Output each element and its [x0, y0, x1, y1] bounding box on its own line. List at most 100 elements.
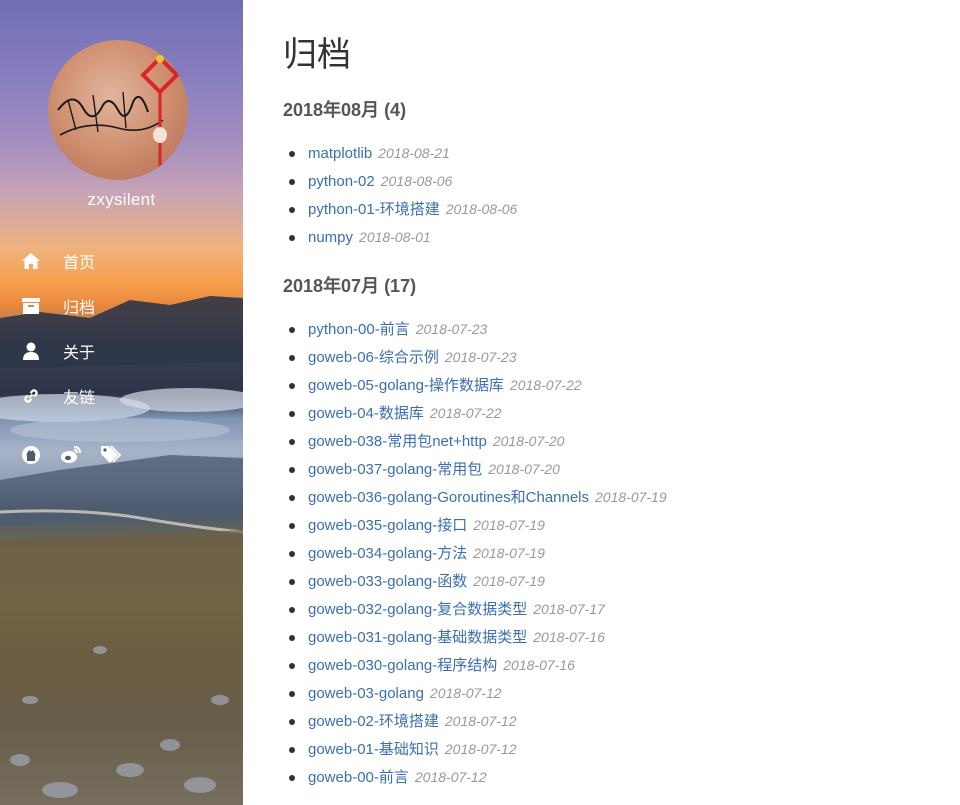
archive-icon — [21, 296, 41, 316]
list-item: python-02 2018-08-06 — [283, 167, 517, 195]
list-item: goweb-06-综合示例 2018-07-23 — [283, 343, 667, 371]
post-date: 2018-07-16 — [503, 657, 575, 673]
post-link[interactable]: goweb-06-综合示例 — [308, 349, 439, 366]
post-link[interactable]: matplotlib — [308, 145, 372, 162]
list-item: numpy 2018-08-01 — [283, 223, 517, 251]
bullet — [289, 411, 295, 417]
post-link[interactable]: goweb-031-golang-基础数据类型 — [308, 629, 527, 646]
github-icon[interactable] — [20, 444, 42, 466]
post-date: 2018-07-23 — [444, 349, 517, 365]
post-date: 2018-07-20 — [492, 433, 565, 449]
post-link[interactable]: goweb-035-golang-接口 — [308, 517, 467, 534]
bullet — [289, 775, 295, 781]
bullet — [289, 551, 295, 557]
post-link[interactable]: goweb-03-golang — [308, 685, 424, 702]
nav-item-links[interactable]: 友链 — [0, 373, 243, 418]
avatar-signature-image — [57, 55, 180, 170]
post-date: 2018-07-12 — [429, 685, 502, 701]
sidebar: zxysilent 首页 归档 关于 友链 — [0, 0, 243, 805]
post-link[interactable]: goweb-04-数据库 — [308, 405, 424, 422]
post-date: 2018-07-23 — [415, 321, 488, 337]
nav-item-about[interactable]: 关于 — [0, 328, 243, 373]
list-item: python-00-前言 2018-07-23 — [283, 315, 667, 343]
post-link[interactable]: goweb-05-golang-操作数据库 — [308, 377, 504, 394]
list-item: goweb-05-golang-操作数据库 2018-07-22 — [283, 371, 667, 399]
month-heading: 2018年07月 (17) — [283, 276, 417, 296]
post-link[interactable]: goweb-00-前言 — [308, 769, 409, 786]
post-link[interactable]: goweb-036-golang-Goroutines和Channels — [308, 489, 589, 506]
post-link[interactable]: python-00-前言 — [308, 321, 410, 338]
list-item: goweb-02-环境搭建 2018-07-12 — [283, 707, 667, 735]
post-link[interactable]: goweb-02-环境搭建 — [308, 713, 439, 730]
nav-label-archive: 归档 — [63, 299, 96, 317]
username: zxysilent — [87, 190, 156, 209]
bullet — [289, 383, 295, 389]
list-item: goweb-00-前言 2018-07-12 — [283, 763, 667, 791]
post-link[interactable]: goweb-037-golang-常用包 — [308, 461, 482, 478]
bullet — [289, 207, 295, 213]
post-link[interactable]: goweb-032-golang-复合数据类型 — [308, 601, 527, 618]
bullet — [289, 523, 295, 529]
list-item: goweb-035-golang-接口 2018-07-19 — [283, 511, 667, 539]
tags-icon[interactable] — [100, 444, 122, 466]
list-item: goweb-03-golang 2018-07-12 — [283, 679, 667, 707]
list-item: python-01-环境搭建 2018-08-06 — [283, 195, 517, 223]
post-date: 2018-07-19 — [473, 573, 545, 589]
post-date: 2018-08-06 — [445, 201, 518, 217]
list-item: goweb-04-数据库 2018-07-22 — [283, 399, 667, 427]
social-links — [0, 444, 243, 468]
user-icon — [21, 341, 41, 361]
post-link[interactable]: goweb-034-golang-方法 — [308, 545, 467, 562]
bullet — [289, 691, 295, 697]
bullet — [289, 467, 295, 473]
bullet — [289, 327, 295, 333]
post-link[interactable]: numpy — [308, 229, 353, 246]
bullet — [289, 355, 295, 361]
bullet — [289, 495, 295, 501]
post-date: 2018-08-06 — [380, 173, 453, 189]
list-item: goweb-031-golang-基础数据类型 2018-07-16 — [283, 623, 667, 651]
list-item: goweb-038-常用包net+http 2018-07-20 — [283, 427, 667, 455]
post-link[interactable]: goweb-030-golang-程序结构 — [308, 657, 497, 674]
bullet — [289, 663, 295, 669]
post-date: 2018-07-12 — [414, 769, 487, 785]
page-title: 归档 — [283, 36, 351, 74]
post-list: python-00-前言 2018-07-23 goweb-06-综合示例 2018… — [283, 315, 667, 791]
list-item: goweb-030-golang-程序结构 2018-07-16 — [283, 651, 667, 679]
post-date: 2018-07-16 — [533, 629, 605, 645]
bullet — [289, 439, 295, 445]
nav-item-archive[interactable]: 归档 — [0, 283, 243, 328]
post-date: 2018-07-22 — [429, 405, 502, 421]
list-item: goweb-033-golang-函数 2018-07-19 — [283, 567, 667, 595]
list-item: goweb-01-基础知识 2018-07-12 — [283, 735, 667, 763]
post-link[interactable]: goweb-038-常用包net+http — [308, 433, 487, 450]
post-list: matplotlib 2018-08-21 python-02 2018-08-06… — [283, 139, 517, 251]
bullet — [289, 635, 295, 641]
bullet — [289, 579, 295, 585]
nav-item-home[interactable]: 首页 — [0, 238, 243, 283]
post-link[interactable]: goweb-01-基础知识 — [308, 741, 439, 758]
post-date: 2018-08-21 — [378, 145, 450, 161]
avatar[interactable] — [48, 40, 188, 180]
bullet — [289, 151, 295, 157]
home-icon — [21, 251, 41, 271]
nav-label-links: 友链 — [63, 389, 96, 407]
list-item: goweb-037-golang-常用包 2018-07-20 — [283, 455, 667, 483]
list-item: goweb-034-golang-方法 2018-07-19 — [283, 539, 667, 567]
post-date: 2018-07-12 — [444, 741, 517, 757]
post-link[interactable]: python-02 — [308, 173, 375, 190]
bullet — [289, 747, 295, 753]
post-date: 2018-07-19 — [473, 545, 545, 561]
post-link[interactable]: goweb-033-golang-函数 — [308, 573, 467, 590]
bullet — [289, 179, 295, 185]
post-link[interactable]: python-01-环境搭建 — [308, 201, 440, 218]
weibo-icon[interactable] — [60, 444, 82, 466]
post-date: 2018-08-01 — [359, 229, 431, 245]
link-icon — [21, 386, 41, 406]
list-item: goweb-032-golang-复合数据类型 2018-07-17 — [283, 595, 667, 623]
main-content: 归档 2018年08月 (4) matplotlib 2018-08-21 pyt… — [243, 0, 960, 805]
post-date: 2018-07-22 — [509, 377, 582, 393]
sidebar-nav: 首页 归档 关于 友链 — [0, 238, 243, 418]
nav-label-home: 首页 — [63, 254, 96, 272]
post-date: 2018-07-12 — [444, 713, 517, 729]
